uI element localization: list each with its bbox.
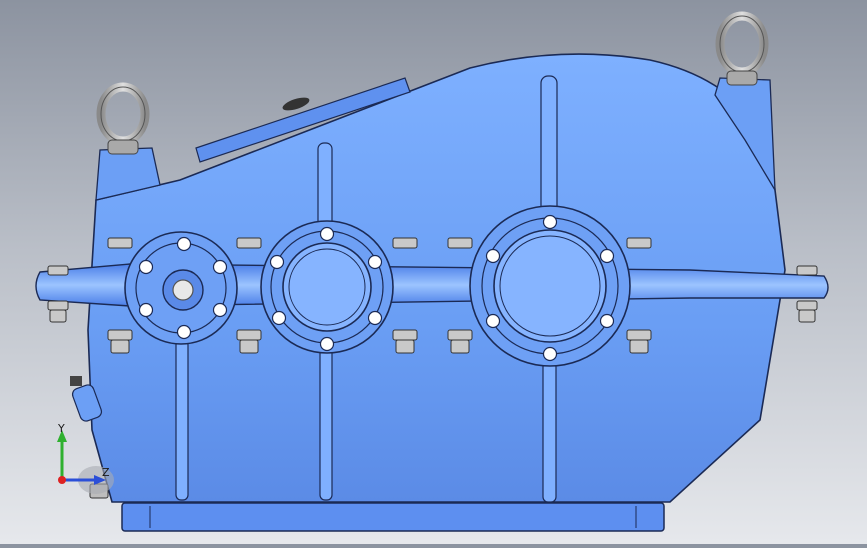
base-plate (121, 502, 665, 532)
breather-cap (282, 97, 310, 111)
cad-viewport[interactable]: Y Z (0, 0, 867, 544)
left-eyebolt (96, 82, 150, 155)
z-axis-label: Z (102, 466, 110, 479)
coordinate-triad: Y Z (44, 420, 124, 500)
gearbox-model[interactable] (0, 0, 867, 544)
right-eyebolt (715, 11, 769, 86)
bearing-right (469, 205, 631, 367)
y-axis-label: Y (57, 422, 65, 435)
